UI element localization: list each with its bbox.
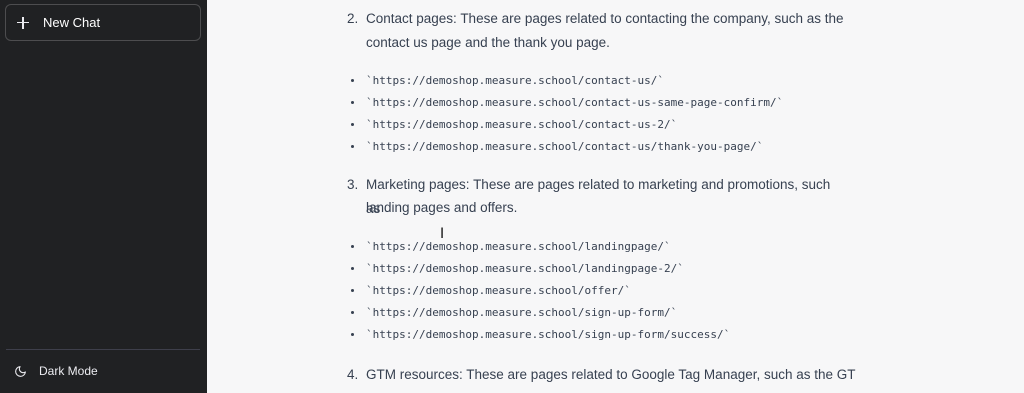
url-text: `https://demoshop.measure.school/sign-up… bbox=[366, 328, 731, 341]
bullet-icon bbox=[351, 333, 354, 336]
bullet-icon bbox=[351, 123, 354, 126]
new-chat-button[interactable]: New Chat bbox=[5, 4, 201, 41]
plus-icon bbox=[17, 16, 29, 29]
list-number: 2. bbox=[347, 11, 359, 26]
bullet-icon bbox=[351, 245, 354, 248]
bullet-icon bbox=[351, 267, 354, 270]
list-number: 3. bbox=[347, 177, 359, 192]
bullet-icon bbox=[351, 101, 354, 104]
url-text: `https://demoshop.measure.school/contact… bbox=[366, 96, 784, 109]
bullet-icon bbox=[351, 289, 354, 292]
list-text-line: GTM resources: These are pages related t… bbox=[366, 367, 856, 382]
bullet-icon bbox=[351, 311, 354, 314]
url-text: `https://demoshop.measure.school/offer/` bbox=[366, 284, 631, 297]
url-text: `https://demoshop.measure.school/sign-up… bbox=[366, 306, 678, 319]
new-chat-label: New Chat bbox=[43, 15, 101, 30]
url-text: `https://demoshop.measure.school/landing… bbox=[366, 240, 671, 253]
list-text-line: landing pages and offers. bbox=[366, 200, 518, 215]
dark-mode-button[interactable]: Dark Mode bbox=[6, 356, 200, 386]
bullet-icon bbox=[351, 79, 354, 82]
sidebar-divider bbox=[6, 349, 200, 350]
moon-icon bbox=[15, 365, 26, 377]
url-text: `https://demoshop.measure.school/contact… bbox=[366, 140, 764, 153]
chat-content: 2. Contact pages: These are pages relate… bbox=[207, 0, 1024, 393]
url-text: `https://demoshop.measure.school/landing… bbox=[366, 262, 684, 275]
dark-mode-label: Dark Mode bbox=[39, 364, 98, 378]
list-text-line: contact us page and the thank you page. bbox=[366, 35, 610, 50]
list-number: 4. bbox=[347, 367, 359, 382]
text-cursor-icon: I bbox=[440, 226, 445, 242]
url-text: `https://demoshop.measure.school/contact… bbox=[366, 74, 665, 87]
sidebar: New Chat Dark Mode bbox=[0, 0, 207, 393]
bullet-icon bbox=[351, 145, 354, 148]
list-text-line: Contact pages: These are pages related t… bbox=[366, 11, 844, 26]
url-text: `https://demoshop.measure.school/contact… bbox=[366, 118, 678, 131]
